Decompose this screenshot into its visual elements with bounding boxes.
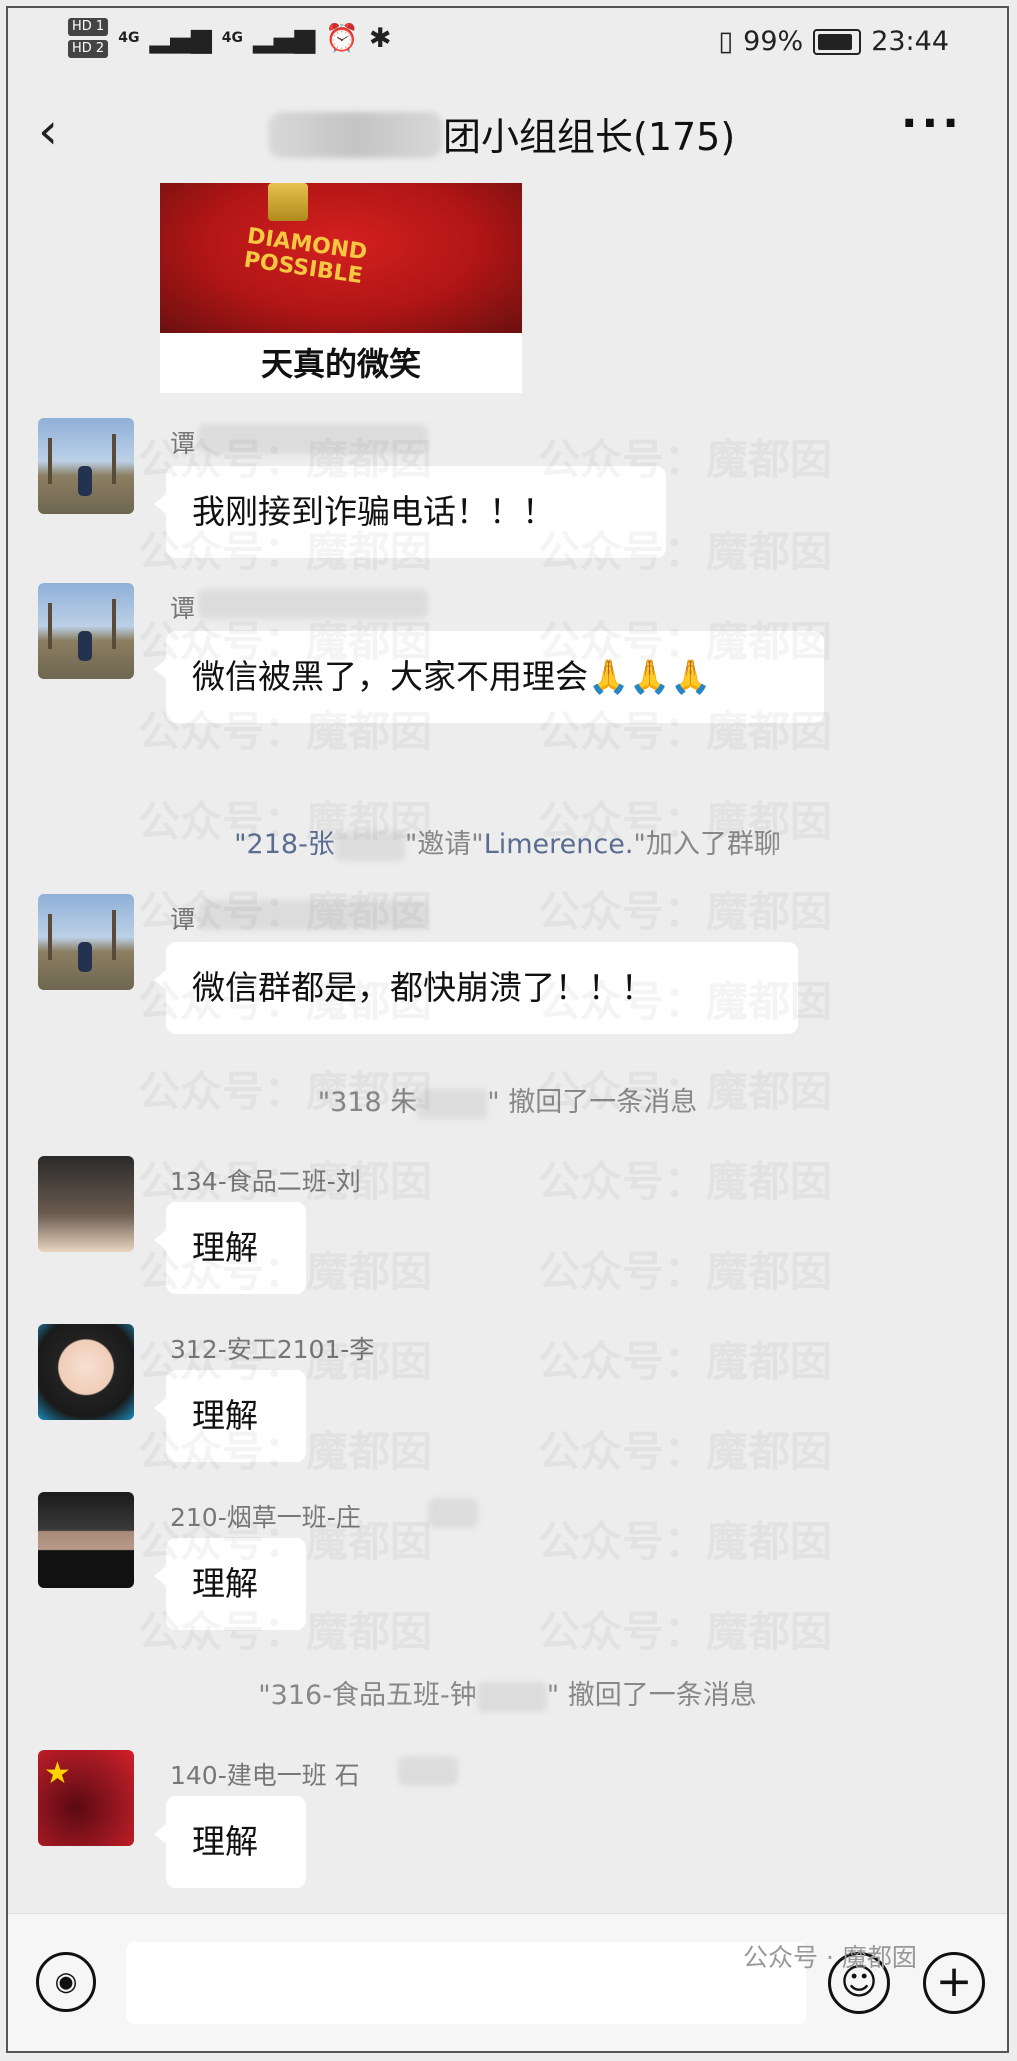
footer-watermark: 公众号 · 魔都囡 — [743, 1943, 917, 1972]
battery-icon — [813, 28, 862, 55]
drink-can — [268, 183, 308, 221]
clock: 23:44 — [871, 26, 949, 57]
sender-name: 谭 — [170, 594, 196, 623]
signal2-icon: ▂▄▆ — [252, 22, 316, 54]
hd-indicators: HD 1 HD 2 — [68, 18, 109, 58]
shirt-text: DIAMOND POSSIBLE — [242, 223, 369, 289]
invite-prefix[interactable]: "218-张 — [234, 829, 335, 860]
sticker-photo: DIAMOND POSSIBLE — [160, 183, 522, 333]
message-input[interactable] — [126, 1942, 806, 2024]
net2-label: 4G — [221, 30, 243, 46]
avatar[interactable] — [38, 1324, 134, 1420]
message-bubble[interactable]: 理解 — [154, 1202, 306, 1294]
message-bubble[interactable]: 理解 — [154, 1796, 306, 1888]
watermark: 公众号：魔都囡 — [538, 1328, 832, 1389]
more-options-icon[interactable]: ··· — [901, 98, 963, 149]
watermark: 公众号：魔都囡 — [538, 878, 832, 939]
vibrate-icon: ▯ — [718, 26, 734, 57]
voice-icon[interactable]: ◉ — [36, 1952, 96, 2012]
recall-suffix: " 撤回了一条消息 — [487, 1087, 698, 1118]
avatar[interactable] — [38, 1492, 134, 1588]
bluetooth-icon: ✱ — [368, 22, 392, 54]
status-left: HD 1 HD 2 4G ▂▄▆ 4G ▂▄▆ ⏰ ✱ — [68, 18, 392, 58]
avatar[interactable] — [38, 418, 134, 514]
plus-icon[interactable]: + — [923, 1952, 985, 2014]
watermark: 公众号：魔都囡 — [538, 1418, 832, 1479]
name-redaction — [476, 1681, 547, 1712]
invite-mid: "邀请" — [404, 829, 484, 860]
battery-percent: 99% — [743, 26, 804, 57]
sender-name: 140-建电一班 石 — [170, 1761, 360, 1790]
invite-suffix: "加入了群聊 — [633, 829, 781, 860]
avatar[interactable] — [38, 894, 134, 990]
chat-window: HD 1 HD 2 4G ▂▄▆ 4G ▂▄▆ ⏰ ✱ ▯ 99% 23:44 … — [6, 6, 1009, 2053]
signal1-icon: ▂▄▆ — [149, 22, 212, 54]
sender-name: 134-食品二班-刘 — [170, 1167, 361, 1196]
watermark: 公众号：魔都囡 — [538, 1508, 832, 1569]
sticker-image[interactable]: DIAMOND POSSIBLE 天真的微笑 — [160, 183, 522, 393]
net1-label: 4G — [118, 30, 140, 46]
sender-name: 312-安工2101-李 — [170, 1335, 375, 1364]
hd2-badge: HD 2 — [68, 40, 109, 58]
watermark: 公众号：魔都囡 — [538, 1238, 832, 1299]
message-bubble[interactable]: 微信被黑了，大家不用理会🙏🙏🙏 — [154, 631, 824, 723]
sender-name: 谭 — [170, 429, 196, 458]
chat-title: 团小组组长(175) — [443, 115, 736, 159]
sender-redaction — [428, 1498, 478, 1528]
alarm-icon: ⏰ — [325, 23, 359, 54]
recall-prefix: "316-食品五班-钟 — [258, 1680, 477, 1711]
avatar[interactable] — [38, 1156, 134, 1252]
sender-redaction — [198, 424, 428, 454]
recall-prefix: "318 朱 — [317, 1087, 418, 1118]
sender-redaction — [198, 900, 428, 930]
system-invite-notice: "218-张 "邀请"Limerence."加入了群聊 — [8, 822, 1007, 861]
sender-name: 谭 — [170, 905, 196, 934]
sticker-caption: 天真的微笑 — [260, 345, 421, 383]
hd1-badge: HD 1 — [68, 18, 109, 36]
star-icon: ★ — [44, 1756, 71, 1791]
name-redaction — [417, 1088, 488, 1119]
avatar[interactable]: ★ — [38, 1750, 134, 1846]
sender-name: 210-烟草一班-庄 — [170, 1503, 361, 1532]
message-bubble[interactable]: 理解 — [154, 1538, 306, 1630]
title-bar: ‹ 团小组组长(175) ··· — [8, 78, 1007, 188]
name-redaction — [334, 830, 405, 861]
sender-redaction — [198, 589, 428, 619]
avatar[interactable] — [38, 583, 134, 679]
back-arrow-icon[interactable]: ‹ — [38, 102, 58, 160]
message-bubble[interactable]: 我刚接到诈骗电话！！！ — [154, 466, 666, 558]
system-recall-notice: "318 朱 " 撤回了一条消息 — [8, 1080, 1007, 1119]
input-bar: ◉ ☺ + — [8, 1913, 1007, 2051]
message-bubble[interactable]: 理解 — [154, 1370, 306, 1462]
recall-suffix: " 撤回了一条消息 — [546, 1680, 757, 1711]
status-bar: HD 1 HD 2 4G ▂▄▆ 4G ▂▄▆ ⏰ ✱ ▯ 99% 23:44 — [8, 8, 1007, 78]
watermark: 公众号：魔都囡 — [538, 1598, 832, 1659]
status-right: ▯ 99% 23:44 — [718, 26, 949, 57]
invite-name[interactable]: Limerence. — [484, 829, 634, 860]
message-bubble[interactable]: 微信群都是，都快崩溃了！！！ — [154, 942, 798, 1034]
system-recall-notice: "316-食品五班-钟 " 撤回了一条消息 — [8, 1673, 1007, 1712]
watermark: 公众号：魔都囡 — [538, 1148, 832, 1209]
title-redaction — [268, 112, 443, 158]
sender-redaction — [398, 1756, 458, 1786]
